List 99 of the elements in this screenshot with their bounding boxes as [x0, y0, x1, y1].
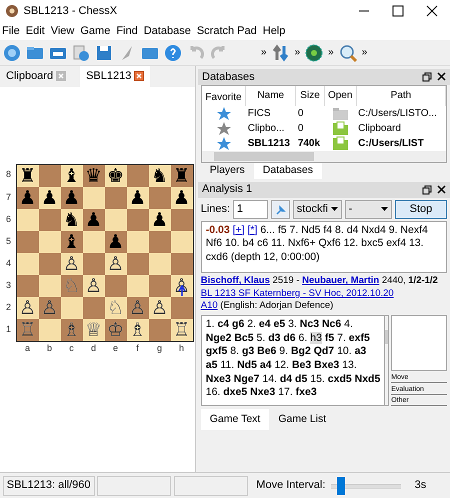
caret-icon [380, 207, 388, 212]
pin-button[interactable] [271, 200, 290, 219]
board-tab[interactable]: SBL1213 [80, 66, 150, 86]
file-label: a [24, 342, 31, 354]
board-square[interactable] [126, 164, 148, 186]
menu-item[interactable]: Scratch Pad [196, 22, 263, 40]
overflow-button[interactable]: » [261, 45, 267, 60]
board-square[interactable] [16, 208, 38, 230]
game-notation: 1. c4 g6 2. e4 e5 3. Nc3 Nc6 4. Nge2 Bc5 5. d3 d6 6. h3 f5 7. exf5 gxf5 8. g3 Be6 9. Bg2 Qd7 10. a3 a5 11. Nd5 a4 12. Be3 Bxe3 13. Nxe3 Nge7 14. d4 d5 15. cxd5 Nxd5 16. dxe5 Nxe3 17. fxe3 [200, 315, 386, 406]
arrows-icon[interactable] [272, 44, 290, 62]
game-players: Bischoff, Klaus 2519 - Neubauer, Martin 2440, 1/2-1/2 [200, 275, 439, 288]
column-header[interactable]: Open [324, 86, 356, 106]
current-move[interactable]: h3 [310, 332, 322, 344]
board-square[interactable] [38, 164, 60, 186]
menu-item[interactable]: File [2, 22, 26, 40]
rank-label: 2 [4, 300, 12, 314]
panel-tab[interactable]: Game List [269, 409, 336, 430]
file-label: e [112, 342, 119, 354]
float-icon[interactable] [422, 184, 432, 195]
lines-label: Lines: [200, 202, 230, 217]
board-square[interactable] [16, 252, 38, 274]
window-title: SBL1213 - ChessX [24, 4, 118, 19]
rank-label: 5 [4, 234, 12, 248]
close-icon[interactable] [437, 72, 446, 82]
mode-dropdown[interactable]: - [344, 200, 392, 219]
interval-label: Move Interval: [256, 478, 326, 494]
gear-icon[interactable] [305, 44, 324, 62]
player-link[interactable]: Bischoff, Klaus [200, 275, 270, 286]
file-label: c [68, 342, 75, 354]
table-cell-text: 0 [296, 122, 304, 136]
table-cell: C:/Users/LISTO... [356, 106, 446, 121]
panel-tab[interactable]: Databases [254, 163, 322, 179]
panel-title: Analysis 1 [202, 182, 254, 198]
menu-item[interactable]: Database [144, 22, 197, 40]
table-row[interactable]: Clipbo... 0 Clipboard [202, 120, 446, 136]
rank-label: 8 [4, 168, 12, 182]
menu-item[interactable]: Edit [26, 22, 51, 40]
column-header[interactable]: Path [356, 86, 446, 106]
slider-thumb[interactable] [337, 476, 346, 494]
analysis-link[interactable]: [*] [248, 224, 258, 236]
close-icon[interactable] [437, 185, 446, 194]
close-icon[interactable] [426, 5, 438, 17]
panel-title: Databases [202, 70, 256, 84]
overflow-button[interactable]: » [294, 45, 300, 60]
help-icon[interactable] [164, 44, 182, 62]
rank-label: 3 [4, 278, 12, 292]
menu-item[interactable]: Game [80, 22, 116, 40]
rank-label: 7 [4, 190, 12, 204]
file-label: b [46, 342, 53, 354]
analysis-link[interactable]: [+] [232, 224, 245, 236]
panel-tab[interactable]: Game Text [200, 409, 270, 430]
rank-label: 1 [4, 323, 12, 336]
table-cell-text: C:/Users/LIST [357, 137, 425, 152]
stop-button[interactable]: Stop [394, 200, 448, 219]
scrollbar[interactable] [202, 151, 446, 162]
panel-tab[interactable]: Players [200, 163, 254, 179]
magnifier-icon[interactable] [338, 44, 357, 62]
board-square[interactable] [16, 274, 38, 296]
file-label: f [135, 342, 140, 354]
maximize-icon[interactable] [392, 5, 404, 17]
table-cell-text: 740k [296, 137, 322, 152]
pin-icon [275, 204, 286, 215]
status-text: SBL1213: all/960 [2, 476, 95, 496]
table-cell: 0 [296, 106, 324, 121]
table-cell-text: Clipboard [357, 122, 402, 136]
save-icon[interactable] [95, 44, 113, 62]
player-link[interactable]: Neubauer, Martin [302, 275, 380, 286]
menu-item[interactable]: Help [262, 22, 292, 40]
table-cell-text: Clipbo... [246, 122, 286, 136]
scrollbar[interactable] [385, 315, 388, 406]
opening-line: A10 (English: Adorjan Defence) [200, 300, 334, 312]
event-link[interactable]: BL 1213 SF Katernberg - SV Hoc, 2012.10.20 [200, 288, 394, 299]
rank-label: 6 [4, 212, 12, 226]
table-row[interactable]: FICS 0 C:/Users/LISTO... [202, 106, 446, 121]
column-header[interactable]: Name [246, 86, 296, 106]
interval-value: 3s [414, 478, 426, 494]
file-label: d [90, 342, 97, 354]
overflow-button[interactable]: » [362, 45, 368, 60]
float-icon[interactable] [422, 72, 432, 82]
badge-icon[interactable] [3, 44, 21, 62]
app-icon [6, 5, 18, 17]
engine-dropdown[interactable]: stockfi [292, 200, 342, 219]
file-label: h [178, 342, 185, 354]
table-cell-text: SBL1213 [246, 137, 291, 152]
board-square[interactable] [16, 230, 38, 252]
table-row[interactable]: SBL1213 740k C:/Users/LIST [202, 136, 446, 152]
column-header[interactable]: Size [296, 86, 324, 106]
column-header[interactable]: Favorite [202, 86, 246, 106]
rank-label: 4 [4, 256, 12, 270]
table-cell: FICS [246, 106, 296, 121]
lines-spinbox[interactable]: 1 [232, 200, 268, 219]
menu-item[interactable]: View [50, 22, 80, 40]
menu-item[interactable]: Find [116, 22, 144, 40]
file-label: g [156, 342, 163, 355]
caret-icon [330, 207, 338, 212]
annotation-box[interactable] [391, 315, 448, 372]
analysis-line: -0.03 [+] [*] 6... f5 7. Nd5 f4 8. d4 Nxd4 9. Nexf4 Nf6 10. b4 c6 11. Nxf6+ Qxf6 12. bxc5 exf4 13. cxd6 (depth 12, 0:00:00) [206, 224, 428, 263]
overflow-button[interactable]: » [328, 45, 334, 60]
eco-link[interactable]: A10 [200, 300, 218, 312]
